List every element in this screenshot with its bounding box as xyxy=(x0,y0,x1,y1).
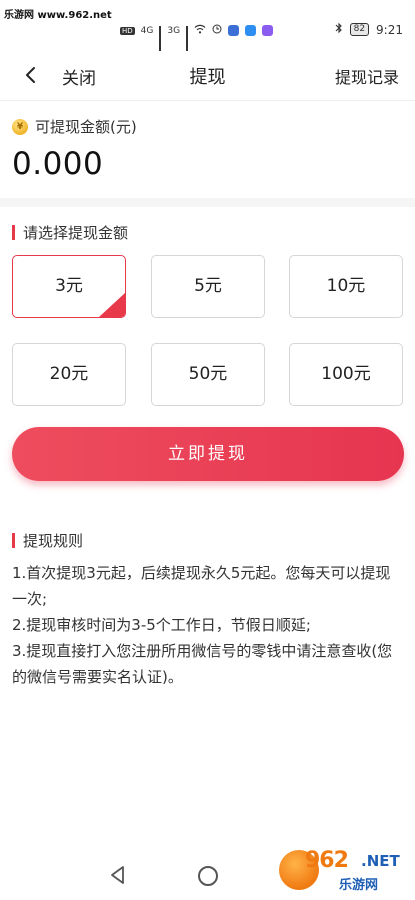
battery-indicator: 82 xyxy=(349,23,370,36)
watermark-logo-cn: 乐游网 xyxy=(339,878,379,893)
nav-home-icon[interactable] xyxy=(198,866,218,886)
check-icon xyxy=(112,304,122,314)
rule-item: 3.提现直接打入您注册所用微信号的零钱中请注意查收(您的微信号需要实名认证)。 xyxy=(12,642,393,686)
signal-bars-icon xyxy=(159,25,162,51)
signal-4g-label: 4G xyxy=(140,25,154,36)
amount-option-3[interactable]: 3元 xyxy=(12,255,126,318)
amount-option-label: 5元 xyxy=(194,276,222,296)
watermark-logo-number: 962 xyxy=(305,848,349,873)
withdraw-records-link[interactable]: 提现记录 xyxy=(335,64,399,88)
watermark-logo: 962 .NET 乐游网 xyxy=(279,844,409,894)
app-icon xyxy=(262,25,274,36)
coin-icon: ¥ xyxy=(12,118,28,135)
rules-section-header: 提现规则 xyxy=(12,530,83,551)
back-arrow-icon[interactable] xyxy=(22,64,42,86)
bluetooth-icon xyxy=(335,22,343,37)
section-divider xyxy=(0,198,415,207)
amount-option-label: 20元 xyxy=(49,364,89,384)
amount-section-header: 请选择提现金额 xyxy=(12,222,128,243)
status-right: 82 9:21 xyxy=(335,22,403,37)
wifi-icon xyxy=(194,24,206,37)
app-icon xyxy=(245,25,257,36)
rule-item: 2.提现审核时间为3-5个工作日，节假日顺延; xyxy=(12,616,311,634)
withdraw-now-button[interactable]: 立即提现 xyxy=(12,427,404,481)
amount-section-label: 请选择提现金额 xyxy=(23,224,129,242)
close-button[interactable]: 关闭 xyxy=(62,64,96,89)
status-icons: HD 4G 3G xyxy=(120,24,274,51)
amount-option-label: 10元 xyxy=(326,276,366,296)
watermark-logo-net: .NET xyxy=(361,852,400,870)
hd-badge: HD xyxy=(120,26,135,35)
clock-icon xyxy=(212,24,222,37)
rules-title: 提现规则 xyxy=(23,532,84,550)
status-time: 9:21 xyxy=(376,22,403,37)
app-icon xyxy=(228,25,240,36)
signal-bars-icon xyxy=(186,25,189,51)
rules-list: 1.首次提现3元起，后续提现永久5元起。您每天可以提现一次; 2.提现审核时间为… xyxy=(12,560,404,690)
amount-option-label: 100元 xyxy=(321,364,371,384)
section-accent-bar xyxy=(12,225,15,240)
nav-back-icon[interactable] xyxy=(108,864,128,886)
page-header: 关闭 提现 提现记录 xyxy=(0,52,415,101)
amount-option-5[interactable]: 5元 xyxy=(151,255,265,318)
rule-item: 1.首次提现3元起，后续提现永久5元起。您每天可以提现一次; xyxy=(12,564,391,608)
amount-option-label: 3元 xyxy=(55,276,83,296)
signal-3g-label: 3G xyxy=(167,25,181,36)
balance-label: 可提现金额(元) xyxy=(35,118,137,136)
balance-amount: 0.000 xyxy=(12,146,104,182)
amount-option-50[interactable]: 50元 xyxy=(151,343,265,406)
amount-option-10[interactable]: 10元 xyxy=(289,255,403,318)
balance-label-row: ¥ 可提现金额(元) xyxy=(12,116,137,137)
section-accent-bar xyxy=(12,533,15,548)
amount-option-100[interactable]: 100元 xyxy=(289,343,403,406)
amount-option-label: 50元 xyxy=(188,364,228,384)
status-bar: HD 4G 3G 82 9:21 xyxy=(0,0,415,51)
amount-option-20[interactable]: 20元 xyxy=(12,343,126,406)
